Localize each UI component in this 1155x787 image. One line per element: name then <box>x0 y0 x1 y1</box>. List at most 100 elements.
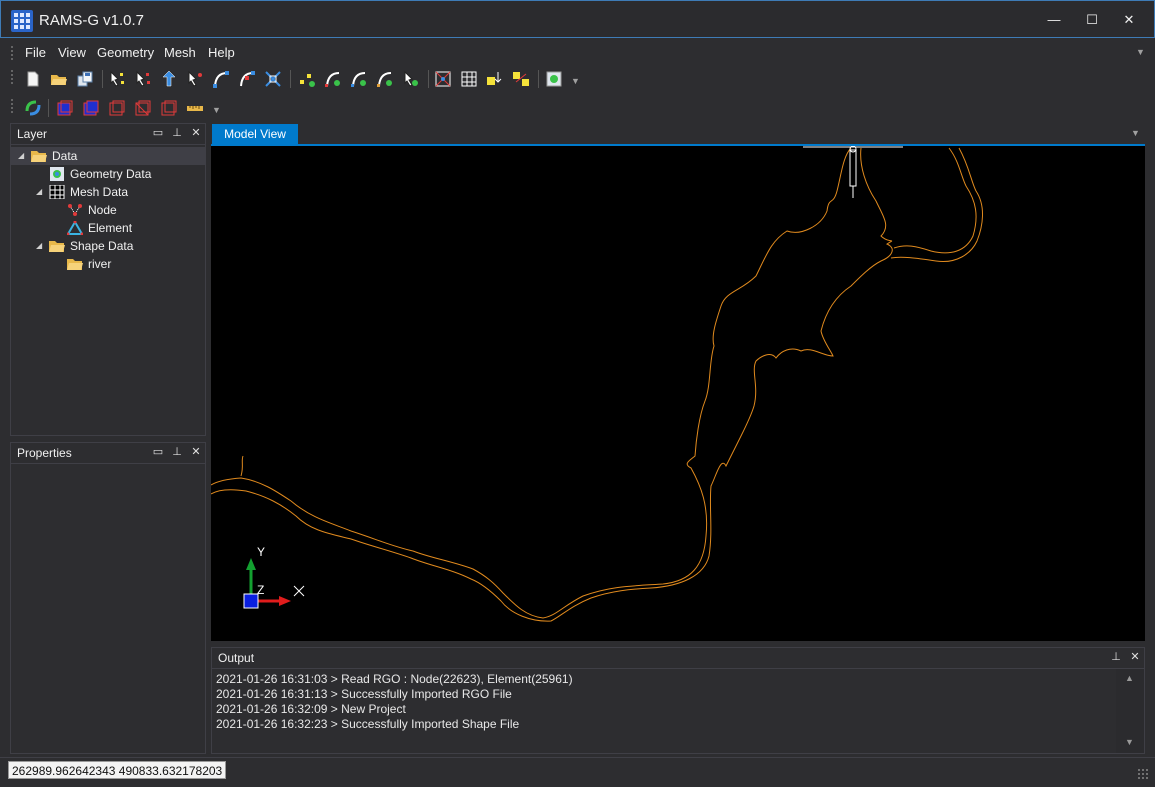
move-node-icon[interactable] <box>160 70 178 88</box>
new-file-icon[interactable] <box>24 70 42 88</box>
menu-mesh[interactable]: Mesh <box>164 45 196 60</box>
menu-overflow-icon[interactable]: ▼ <box>1136 47 1145 57</box>
properties-panel-header: Properties ▭ ⊥ ✕ <box>11 443 205 463</box>
layer-red-3-icon[interactable] <box>160 99 178 117</box>
toolbar-grip[interactable] <box>10 98 14 114</box>
node-icon <box>68 204 82 216</box>
select-node-icon[interactable] <box>108 70 126 88</box>
toolbar-separator <box>102 70 103 88</box>
properties-body <box>11 463 205 753</box>
curve-add-icon[interactable] <box>324 70 342 88</box>
maximize-button[interactable]: ☐ <box>1077 9 1107 31</box>
geometry-icon <box>50 167 64 181</box>
log-line: 2021-01-26 16:32:23 > Successfully Impor… <box>216 717 520 731</box>
toolbar-overflow-icon[interactable]: ▼ <box>212 105 221 115</box>
folder-icon <box>67 259 83 270</box>
river-tributary-inner <box>890 147 983 263</box>
river-tributary <box>893 147 977 254</box>
add-point-icon[interactable] <box>298 70 316 88</box>
curve-edit-icon[interactable] <box>350 70 368 88</box>
tree-label: Shape Data <box>70 239 134 253</box>
save-icon[interactable] <box>76 70 94 88</box>
layer-panel-title: Layer <box>17 127 48 141</box>
log-line: 2021-01-26 16:31:13 > Successfully Impor… <box>216 687 512 701</box>
window-title: RAMS-G v1.0.7 <box>39 12 145 29</box>
split-line-icon[interactable] <box>238 70 256 88</box>
expand-arrow-icon[interactable]: ◢ <box>36 183 42 201</box>
properties-panel-title: Properties <box>17 446 72 460</box>
panel-close-icon[interactable]: ✕ <box>1128 650 1142 663</box>
menu-bar: File View Geometry Mesh Help ▼ <box>10 42 1150 64</box>
toolbar-secondary: ▼ <box>10 95 240 121</box>
toolbar-separator <box>538 70 539 88</box>
tree-label: Element <box>88 221 133 235</box>
dam-structure <box>849 149 857 187</box>
layer-blue-1-icon[interactable] <box>56 99 74 117</box>
tab-model-view[interactable]: Model View <box>212 124 298 144</box>
ruler-icon[interactable] <box>186 99 204 117</box>
tab-dropdown-icon[interactable]: ▼ <box>1131 128 1140 138</box>
layer-tree: ◢ Data Geometry Data ◢ Mesh Data Node El… <box>11 144 205 435</box>
layer-red-1-icon[interactable] <box>108 99 126 117</box>
tree-item-node[interactable]: Node <box>11 201 205 219</box>
tree-item-shape-data[interactable]: ◢ Shape Data <box>11 237 205 255</box>
output-scrollbar[interactable]: ▲ ▼ <box>1116 669 1144 753</box>
menu-file[interactable]: File <box>25 45 46 60</box>
refresh-icon[interactable] <box>24 99 42 117</box>
toolbar-separator <box>290 70 291 88</box>
output-log[interactable]: 2021-01-26 16:31:03 > Read RGO : Node(22… <box>212 668 1144 753</box>
tree-label: Node <box>88 203 117 217</box>
delete-line-icon[interactable] <box>264 70 282 88</box>
tree-item-data[interactable]: ◢ Data <box>11 147 205 165</box>
toolbar-overflow-icon[interactable]: ▼ <box>571 76 580 86</box>
panel-pin-icon[interactable]: ⊥ <box>170 126 184 139</box>
expand-arrow-icon[interactable]: ◢ <box>36 237 42 255</box>
tree-item-river[interactable]: river <box>11 255 205 273</box>
deselect-node-icon[interactable] <box>134 70 152 88</box>
properties-panel: Properties ▭ ⊥ ✕ <box>10 442 206 754</box>
panel-pin-icon[interactable]: ⊥ <box>170 445 184 458</box>
open-folder-icon[interactable] <box>50 70 68 88</box>
log-line: 2021-01-26 16:31:03 > Read RGO : Node(22… <box>216 672 573 686</box>
tree-item-mesh-data[interactable]: ◢ Mesh Data <box>11 183 205 201</box>
layer-red-2-icon[interactable] <box>134 99 152 117</box>
coordinate-readout: 262989.962642343 490833.632178203 <box>8 761 227 779</box>
mesh-icon <box>49 185 65 199</box>
edit-node-icon[interactable] <box>186 70 204 88</box>
menu-geometry[interactable]: Geometry <box>97 45 154 60</box>
scroll-up-icon[interactable]: ▲ <box>1125 673 1134 683</box>
panel-close-icon[interactable]: ✕ <box>189 126 203 139</box>
mesh-grid-icon[interactable] <box>460 70 478 88</box>
panel-pin-icon[interactable]: ⊥ <box>1109 650 1123 663</box>
close-button[interactable]: ✕ <box>1114 9 1144 31</box>
add-line-icon[interactable] <box>212 70 230 88</box>
axis-label-z: Z <box>257 583 264 597</box>
panel-close-icon[interactable]: ✕ <box>189 445 203 458</box>
tree-item-geometry-data[interactable]: Geometry Data <box>11 165 205 183</box>
mesh-import-icon[interactable] <box>486 70 504 88</box>
menu-view[interactable]: View <box>58 45 86 60</box>
resize-grip-icon[interactable] <box>1137 768 1149 780</box>
menu-help[interactable]: Help <box>208 45 235 60</box>
menu-grip[interactable] <box>10 45 14 61</box>
river-spur <box>240 455 244 477</box>
expand-arrow-icon[interactable]: ◢ <box>18 147 24 165</box>
title-bar: RAMS-G v1.0.7 — ☐ ✕ <box>0 0 1155 38</box>
output-panel-header: Output ⊥ ✕ <box>212 648 1144 668</box>
scroll-down-icon[interactable]: ▼ <box>1125 737 1134 747</box>
mesh-export-icon[interactable] <box>512 70 530 88</box>
panel-float-icon[interactable]: ▭ <box>151 445 165 458</box>
tree-label: Data <box>52 149 78 163</box>
toolbar-grip[interactable] <box>10 69 14 85</box>
mesh-region-icon[interactable] <box>434 70 452 88</box>
map-view-icon[interactable] <box>545 70 563 88</box>
tree-label: Mesh Data <box>70 185 129 199</box>
tree-item-element[interactable]: Element <box>11 219 205 237</box>
model-view-canvas[interactable]: Y Z <box>211 146 1145 641</box>
layer-blue-2-icon[interactable] <box>82 99 100 117</box>
panel-float-icon[interactable]: ▭ <box>151 126 165 139</box>
minimize-button[interactable]: — <box>1039 9 1069 31</box>
curve-delete-icon[interactable] <box>402 70 420 88</box>
axis-label-y: Y <box>257 545 265 559</box>
curve-merge-icon[interactable] <box>376 70 394 88</box>
